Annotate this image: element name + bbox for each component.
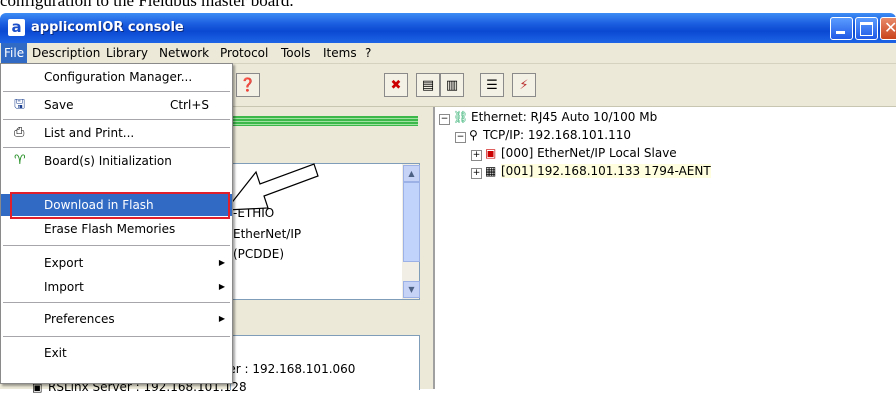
- slave-device-icon: ▣: [485, 146, 497, 160]
- ethernet-icon: ⛓: [453, 110, 469, 124]
- menu-separator: [3, 302, 230, 303]
- menu-item-exit[interactable]: Exit: [1, 342, 232, 364]
- scroll-down-icon[interactable]: ▼: [403, 281, 420, 298]
- collapse-icon[interactable]: −: [439, 114, 450, 125]
- highlight-annotation-box: [10, 192, 230, 219]
- menu-network[interactable]: Network: [159, 46, 209, 60]
- list-icon[interactable]: ☰: [480, 73, 504, 97]
- menu-library[interactable]: Library: [106, 46, 148, 60]
- delete-icon[interactable]: ✖: [384, 73, 408, 97]
- menu-item-board-initialization[interactable]: ♈ Board(s) Initialization: [1, 150, 232, 172]
- minimize-button[interactable]: [830, 17, 853, 40]
- diagnostic-icon[interactable]: ⚡: [512, 73, 536, 97]
- collapse-icon[interactable]: −: [455, 132, 466, 143]
- progress-bar: [230, 116, 418, 126]
- app-icon: a: [8, 19, 25, 36]
- menu-item-configuration-manager[interactable]: Configuration Manager...: [1, 66, 232, 88]
- device-icon: ▦: [485, 164, 497, 178]
- menu-item-import[interactable]: Import ▶: [1, 276, 232, 298]
- maximize-button[interactable]: [855, 17, 878, 40]
- menu-item-erase-flash[interactable]: Erase Flash Memories: [1, 218, 232, 240]
- scroll-up-icon[interactable]: ▲: [403, 165, 420, 182]
- menu-tools[interactable]: Tools: [281, 46, 311, 60]
- menu-item-save[interactable]: 🖫 Save Ctrl+S: [1, 94, 232, 116]
- menu-item-export[interactable]: Export ▶: [1, 252, 232, 274]
- menu-separator: [3, 336, 230, 337]
- tree-item-ethernet[interactable]: Ethernet: RJ45 Auto 10/100 Mb: [471, 110, 657, 124]
- tree-item-tcpip[interactable]: TCP/IP: 192.168.101.110: [483, 128, 631, 142]
- properties-icon[interactable]: ▤: [416, 73, 440, 97]
- board-init-icon: ♈: [14, 153, 26, 168]
- menu-item-list-and-print[interactable]: ⎙ List and Print...: [1, 122, 232, 144]
- document-caption: configuration to the Fieldbus master boa…: [0, 0, 294, 10]
- menu-help[interactable]: ?: [365, 46, 371, 60]
- menu-separator: [3, 91, 230, 92]
- submenu-arrow-icon: ▶: [218, 282, 225, 291]
- menu-description[interactable]: Description: [32, 46, 100, 60]
- scroll-thumb[interactable]: [403, 182, 420, 262]
- annotation-arrow: [224, 163, 319, 211]
- splitter[interactable]: [425, 107, 433, 389]
- menu-bar: File Description Library Network Protoco…: [0, 43, 896, 64]
- file-menu: Configuration Manager... 🖫 Save Ctrl+S ⎙ Li…: [0, 63, 233, 384]
- window-title: applicomIOR console: [31, 20, 184, 35]
- vertical-scrollbar[interactable]: ▲ ▼: [402, 164, 420, 299]
- submenu-arrow-icon: ▶: [218, 314, 225, 323]
- tcpip-icon: ⚲: [469, 128, 478, 142]
- menu-separator: [3, 119, 230, 120]
- menu-separator: [3, 147, 230, 148]
- list-item[interactable]: (PCDDE): [233, 247, 284, 261]
- expand-icon[interactable]: +: [471, 150, 482, 161]
- menu-protocol[interactable]: Protocol: [220, 46, 268, 60]
- menu-item-preferences[interactable]: Preferences ▶: [1, 308, 232, 330]
- floppy-icon: 🖫: [14, 97, 26, 112]
- tree-item-device[interactable]: [001] 192.168.101.133 1794-AENT: [501, 164, 711, 178]
- title-bar: a applicomIOR console ✕: [0, 13, 896, 43]
- menu-file[interactable]: File: [1, 43, 28, 63]
- device-icon[interactable]: ▥: [440, 73, 464, 97]
- tree-item-slave[interactable]: [000] EtherNet/IP Local Slave: [501, 146, 677, 160]
- submenu-arrow-icon: ▶: [218, 258, 225, 267]
- list-item[interactable]: EtherNet/IP: [233, 227, 301, 241]
- menu-separator: [3, 245, 230, 246]
- printer-icon: ⎙: [14, 125, 25, 140]
- network-tree: − ⛓ Ethernet: RJ45 Auto 10/100 Mb − ⚲ TC…: [433, 107, 896, 389]
- close-button[interactable]: ✕: [880, 17, 896, 40]
- menu-items[interactable]: Items: [323, 46, 357, 60]
- help-icon[interactable]: ❓: [236, 73, 260, 97]
- expand-icon[interactable]: +: [471, 168, 482, 179]
